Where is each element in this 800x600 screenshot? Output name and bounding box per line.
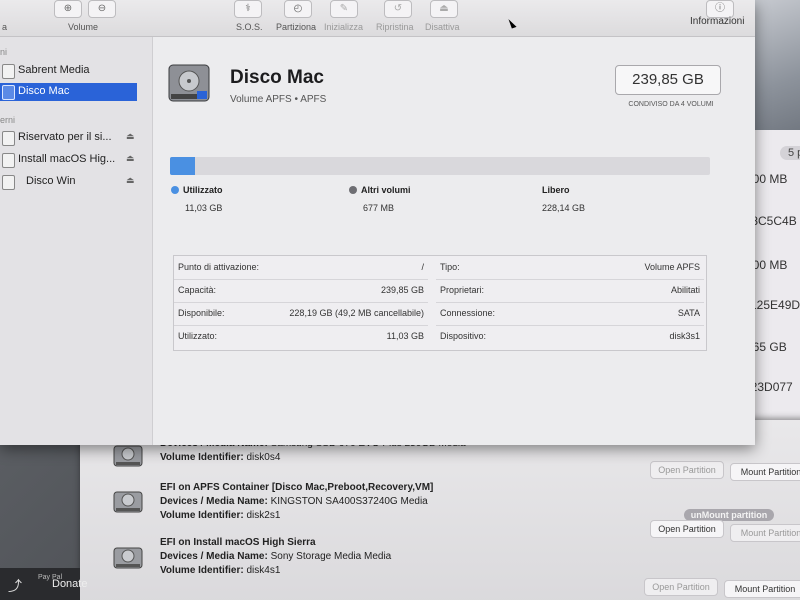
entry-volume-id: Volume Identifier: disk0s4 (160, 452, 281, 463)
legend-free-value: 228,14 GB (542, 203, 586, 213)
sidebar-section-internal: ni (0, 47, 8, 57)
volume-add-button[interactable]: ⊕ (54, 0, 82, 18)
info-row: Connessione: SATA (436, 302, 704, 326)
open-partition-button[interactable]: Open Partition (644, 578, 718, 596)
volume-icon (2, 131, 15, 146)
screen: 5 p 28.00 MB 6C8C5C4B 00.00 MB 2F125E49D… (0, 0, 800, 600)
info-row: Disponibile: 228,19 GB (49,2 MB cancellab… (174, 302, 428, 326)
erase-icon[interactable]: ✎ (330, 0, 358, 18)
entry-media: Devices / Media Name: Sony Storage Media… (160, 551, 392, 562)
sidebar-item-label: Disco Mac (18, 85, 70, 97)
legend-used: Utilizzato (171, 185, 223, 195)
sidebar-item-sabrent-media[interactable]: Sabrent Media (0, 62, 137, 80)
info-row: Tipo: Volume APFS (436, 256, 704, 280)
info-table: Punto di attivazione: / Capacità: 239,85 G… (173, 255, 707, 351)
first-aid-icon[interactable]: ⚕ (234, 0, 262, 18)
eject-icon[interactable]: ⏏ (126, 131, 135, 142)
volume-subtitle: Volume APFS • APFS (230, 94, 327, 105)
sidebar-item-reserved[interactable]: Riservato per il si... ⏏ (0, 129, 137, 147)
donate-button[interactable]: Donate (52, 578, 87, 590)
legend-used-value: 11,03 GB (185, 203, 223, 213)
entry-volume-id: Volume Identifier: disk4s1 (160, 565, 281, 576)
usage-bar (170, 157, 710, 175)
sidebar-item-label: Install macOS Hig... (18, 153, 116, 165)
info-row: Dispositivo: disk3s1 (440, 331, 700, 341)
sidebar-item-disco-win[interactable]: Disco Win ⏏ (0, 173, 137, 191)
other-dot (349, 186, 357, 194)
background-badge: 5 p (780, 146, 800, 160)
drive-icon (2, 64, 15, 79)
hard-disk-icon (113, 547, 143, 569)
unmount-icon[interactable]: ⏏ (430, 0, 458, 18)
usage-bar-used (170, 157, 195, 175)
info-row: Utilizzato: 11,03 GB (178, 331, 424, 341)
disk-utility-window: a ⊕ ⊖ Volume ⚕ S.O.S. ◴ Partiziona ✎ Ini… (0, 0, 755, 445)
donate-bar: ⤴ Pay Pal Donate (0, 568, 87, 600)
used-dot (171, 186, 179, 194)
mount-partition-button[interactable]: Mount Partition (724, 580, 800, 598)
volume-icon (2, 153, 15, 168)
hard-disk-icon (168, 64, 210, 102)
legend-other-value: 677 MB (363, 203, 395, 213)
volume-icon (2, 175, 15, 190)
first-aid-button[interactable]: S.O.S. (236, 22, 263, 32)
volume-remove-button[interactable]: ⊖ (88, 0, 116, 18)
toolbar-label: a (2, 22, 8, 32)
sidebar: ni Sabrent Media Disco Mac erni Riservat… (0, 37, 153, 445)
partition-icon[interactable]: ◴ (284, 0, 312, 18)
mouse-cursor-icon (508, 17, 517, 29)
entry-title: EFI on APFS Container [Disco Mac,Preboot… (160, 482, 434, 493)
erase-button[interactable]: Inizializza (324, 22, 363, 32)
entry-title: EFI on Install macOS High Sierra (160, 537, 316, 548)
sidebar-item-label: Sabrent Media (18, 64, 90, 76)
restore-icon[interactable]: ↺ (384, 0, 412, 18)
sidebar-item-disco-mac[interactable]: Disco Mac (0, 83, 137, 101)
partition-entry: EFI on APFS Container [Disco Mac,Preboot… (112, 478, 800, 542)
volume-label: Volume (68, 22, 99, 32)
volume-detail: Disco Mac Volume APFS • APFS 239,85 GB C… (153, 37, 755, 445)
eject-icon[interactable]: ⏏ (126, 175, 135, 186)
volume-name: Disco Mac (230, 67, 324, 88)
shared-volumes-note: CONDIVISO DA 4 VOLUMI (628, 101, 714, 108)
partition-button[interactable]: Partiziona (276, 22, 316, 32)
eject-icon[interactable]: ⏏ (126, 153, 135, 164)
info-row: Capacità: 239,85 GB (174, 279, 428, 303)
entry-media: Devices / Media Name: KINGSTON SA400S372… (160, 496, 428, 507)
volume-icon (2, 85, 15, 100)
capacity-box: 239,85 GB (615, 65, 721, 95)
sidebar-section-external: erni (0, 115, 16, 125)
restore-button[interactable]: Ripristina (376, 22, 414, 32)
hard-disk-icon (113, 491, 143, 513)
sidebar-item-label: Disco Win (26, 175, 76, 187)
share-icon[interactable]: ⤴ (8, 576, 22, 596)
info-row: Punto di attivazione: / (174, 256, 428, 280)
info-row: Proprietari: Abilitati (436, 279, 704, 303)
entry-volume-id: Volume Identifier: disk2s1 (160, 510, 281, 521)
sidebar-item-label: Riservato per il si... (18, 131, 112, 143)
info-button[interactable]: Informazioni (690, 16, 744, 27)
partition-entry: EFI on Install macOS High Sierra Devices… (112, 534, 800, 598)
open-partition-button[interactable]: Open Partition (650, 461, 724, 479)
toolbar: a ⊕ ⊖ Volume ⚕ S.O.S. ◴ Partiziona ✎ Ini… (0, 0, 755, 37)
sidebar-item-install-macos[interactable]: Install macOS Hig... ⏏ (0, 151, 137, 169)
legend-free: Libero (542, 185, 570, 195)
legend-other: Altri volumi (349, 185, 411, 195)
unmount-button[interactable]: Disattiva (425, 22, 460, 32)
